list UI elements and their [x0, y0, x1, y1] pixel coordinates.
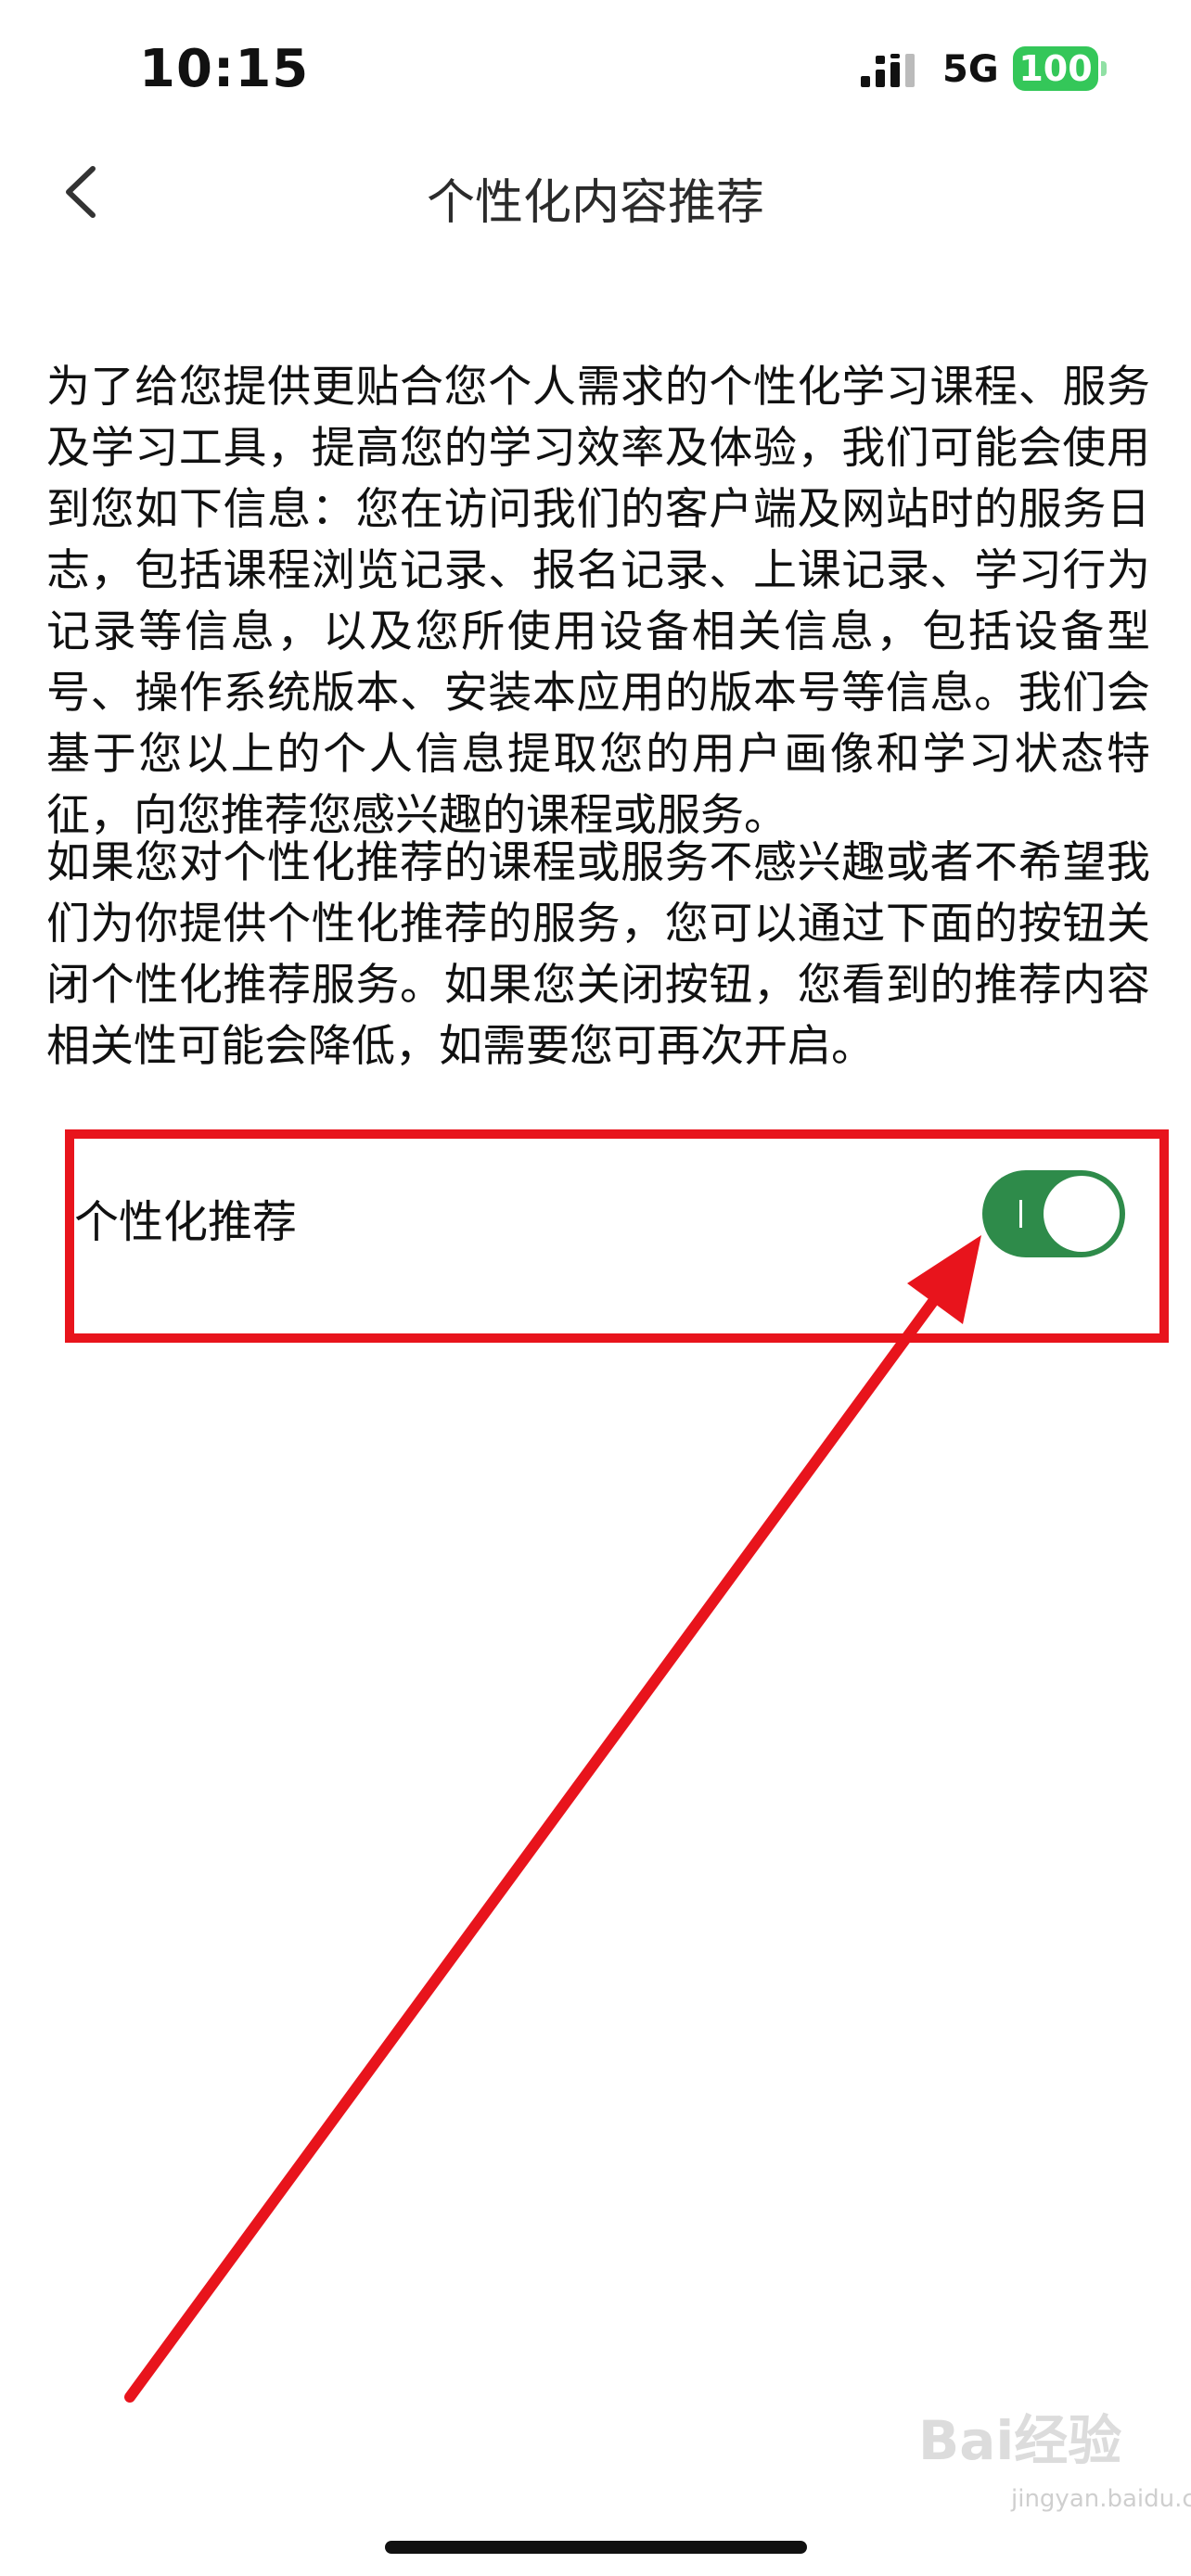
battery-tip — [1101, 61, 1107, 76]
annotation-highlight-box — [65, 1129, 1169, 1343]
watermark-brand: Bai经验 — [918, 2409, 1122, 2472]
cellular-signal-icon — [861, 54, 915, 87]
network-type: 5G — [942, 48, 999, 91]
description-paragraph-1: 为了给您提供更贴合您个人需求的个性化学习课程、服务及学习工具，提高您的学习效率及… — [46, 362, 1150, 841]
description-paragraph-2: 如果您对个性化推荐的课程或服务不感兴趣或者不希望我们为你提供个性化推荐的服务，您… — [46, 837, 1150, 1072]
home-indicator[interactable] — [385, 2541, 807, 2554]
battery-level: 100 — [1018, 48, 1093, 89]
status-time: 10:15 — [139, 39, 310, 99]
watermark-url: jingyan.baidu.com — [1011, 2485, 1191, 2513]
page-title: 个性化内容推荐 — [426, 175, 764, 231]
battery-indicator: 100 — [1013, 46, 1098, 91]
